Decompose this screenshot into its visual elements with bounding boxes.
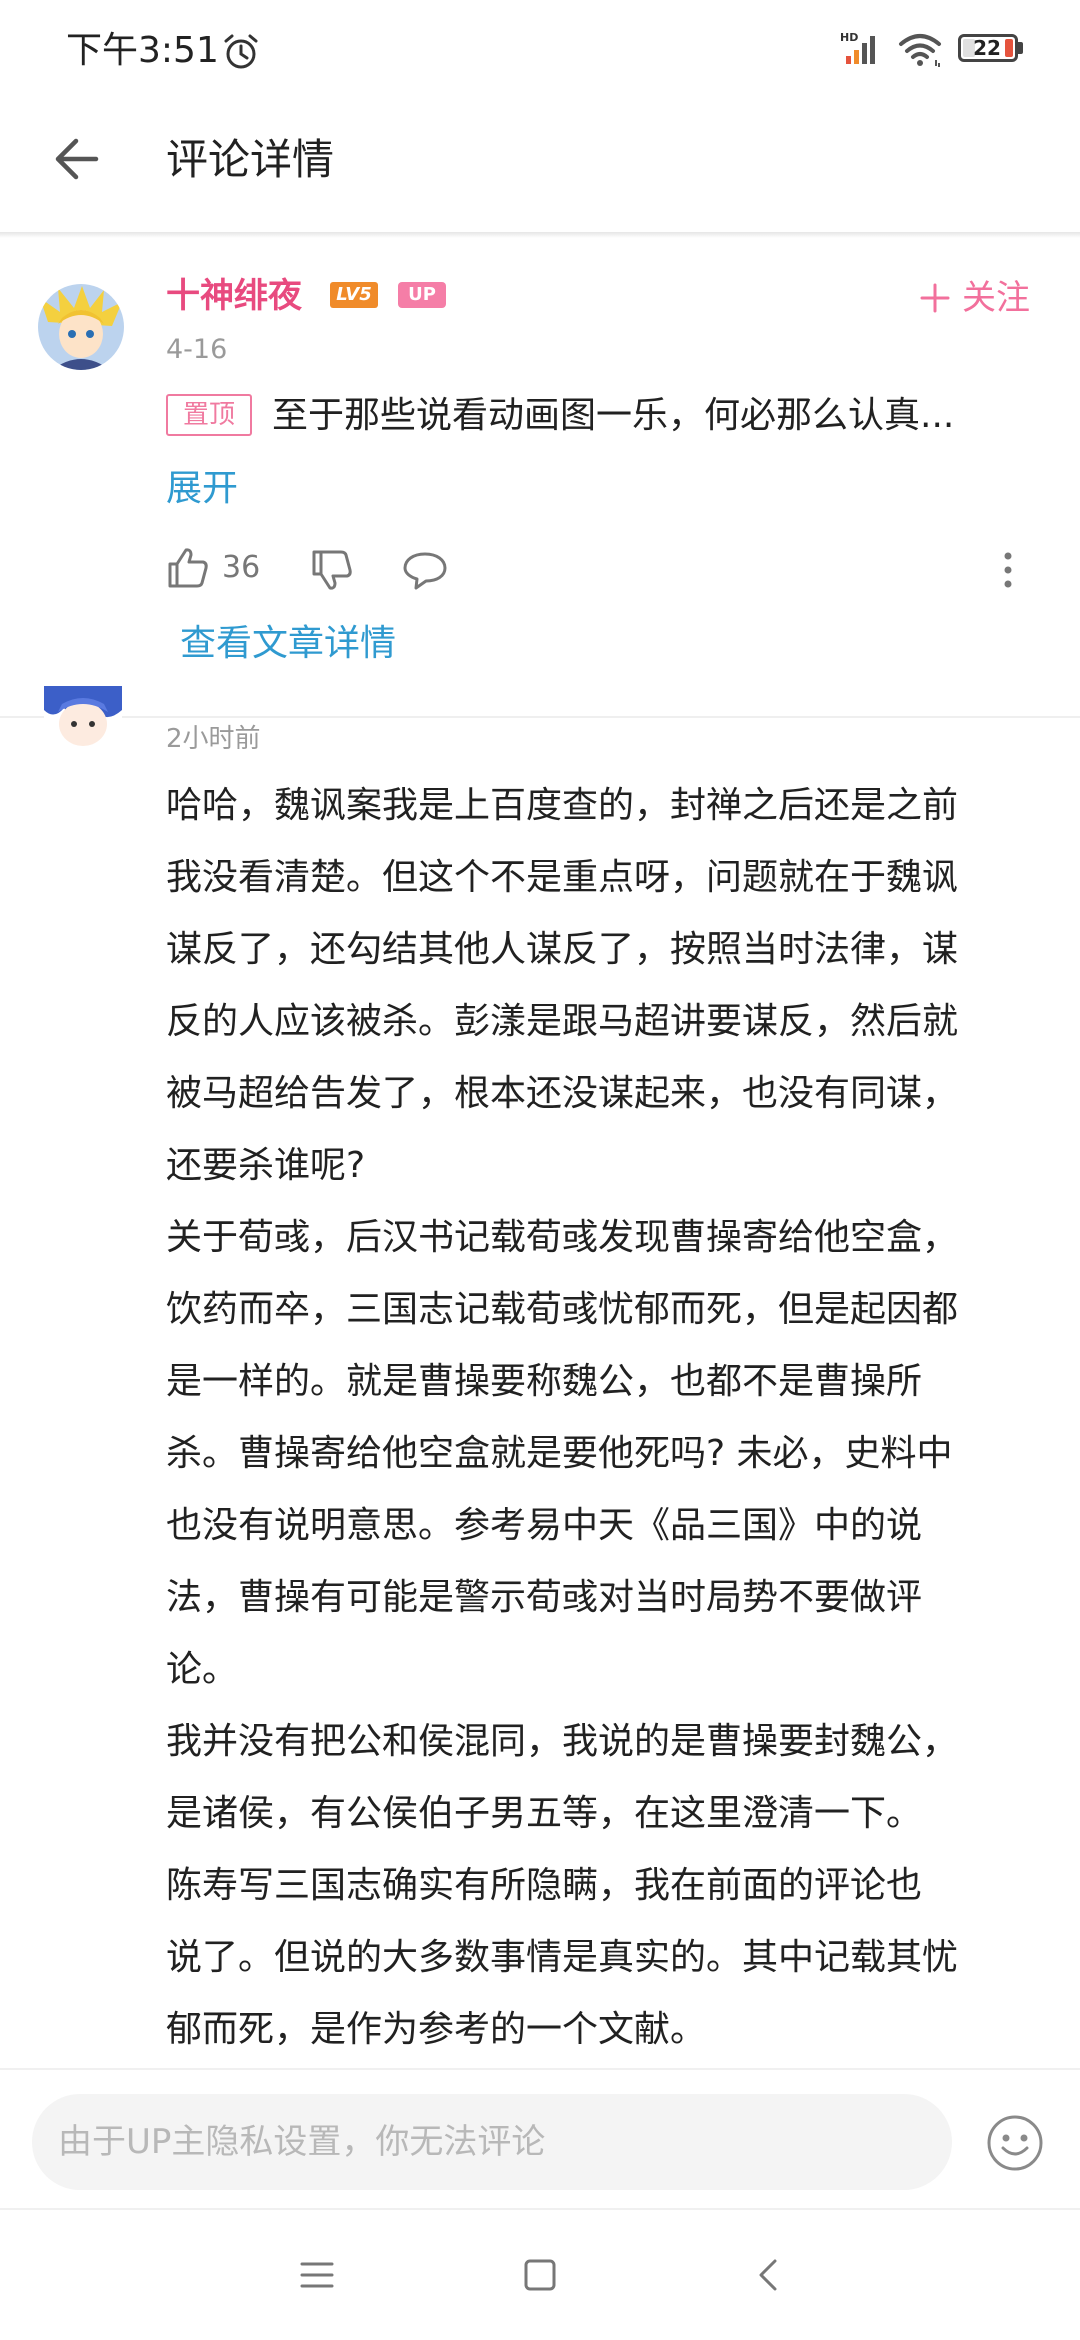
status-bar: 下午3:51 HD 22	[0, 0, 1080, 100]
reply-line: 饮药而卒，三国志记载荀彧忧郁而死，但是起因都	[166, 1289, 959, 1330]
comment-text: 至于那些说看动画图一乐，何必那么认真...	[272, 395, 955, 436]
follow-label: 关注	[962, 278, 1030, 318]
plus-icon	[920, 283, 950, 313]
level-badge: LV5	[330, 282, 378, 308]
reply-line: 也没有说明意思。参考易中天《品三国》中的说	[166, 1505, 923, 1546]
system-nav-bar	[0, 2210, 1080, 2340]
reply-line: 是一样的。就是曹操要称魏公，也都不是曹操所	[166, 1361, 923, 1402]
comment-bubble-icon[interactable]	[402, 548, 448, 592]
reply-line: 我没看清楚。但这个不是重点呀，问题就在于魏讽	[166, 857, 959, 898]
back-arrow-icon[interactable]	[50, 131, 106, 187]
reply-line: 论。	[166, 1649, 239, 1690]
up-badge: UP	[398, 282, 446, 308]
reply-line: 哈哈，魏讽案我是上百度查的，封禅之后还是之前	[166, 785, 959, 826]
reply-line: 郁而死，是作为参考的一个文献。	[166, 2009, 707, 2050]
reply-line: 反的人应该被杀。彭漾是跟马超讲要谋反，然后就	[166, 1001, 959, 1042]
alarm-icon	[224, 34, 258, 69]
page-title: 评论详情	[166, 135, 335, 184]
nav-back-icon[interactable]	[756, 2258, 780, 2292]
reply-line: 是诸侯，有公侯伯子男五等，在这里澄清一下。	[166, 1793, 923, 1834]
reply-line: 法，曹操有可能是警示荀彧对当时局势不要做评	[166, 1577, 923, 1618]
thumbs-up-icon[interactable]	[166, 546, 210, 590]
battery-cap	[1018, 42, 1023, 54]
reply-line: 陈寿写三国志确实有所隐瞒，我在前面的评论也	[166, 1865, 923, 1906]
app-header: 评论详情	[0, 100, 1080, 234]
section-divider	[0, 716, 1080, 718]
reply-line: 还要杀谁呢?	[166, 1145, 366, 1186]
header-shadow	[0, 232, 1080, 238]
network-label: HD	[840, 31, 858, 44]
like-count: 36	[222, 550, 261, 585]
commenter-avatar[interactable]	[38, 284, 124, 370]
reply-line: 杀。曹操寄给他空盒就是要他死吗? 未必，史料中	[166, 1433, 953, 1474]
battery-icon: 22	[958, 34, 1018, 62]
reply-line: 谋反了，还勾结其他人谋反了，按照当时法律，谋	[166, 929, 959, 970]
wifi-icon	[899, 34, 941, 67]
thumbs-down-icon[interactable]	[310, 548, 354, 592]
reply-line: 关于荀彧，后汉书记载荀彧发现曹操寄给他空盒，	[166, 1217, 959, 1258]
reply-line: 说了。但说的大多数事情是真实的。其中记载其忧	[166, 1937, 959, 1978]
menu-icon[interactable]	[300, 2258, 334, 2292]
comment-date: 4-16	[166, 334, 228, 365]
expand-link[interactable]: 展开	[166, 464, 238, 514]
reply-text: 哈哈，魏讽案我是上百度查的，封禅之后还是之前 我没看清楚。但这个不是重点呀，问题…	[166, 776, 1056, 2072]
reply-line: 被马超给告发了，根本还没谋起来，也没有同谋，	[166, 1073, 959, 1114]
battery-level: 22	[973, 36, 1001, 60]
more-options-icon[interactable]	[1002, 548, 1014, 592]
reply-time: 2小时前	[166, 724, 261, 754]
comment-input[interactable]: 由于UP主隐私设置，你无法评论	[32, 2094, 952, 2190]
comment-input-bar: 由于UP主隐私设置，你无法评论	[0, 2068, 1080, 2210]
follow-button[interactable]: 关注	[920, 276, 1030, 320]
commenter-username[interactable]: 十神绯夜	[166, 272, 302, 320]
emoji-icon[interactable]	[986, 2114, 1044, 2172]
status-time: 下午3:51	[66, 30, 219, 71]
view-article-link[interactable]: 查看文章详情	[180, 618, 396, 670]
comment-actions: 36	[166, 544, 1046, 594]
input-placeholder: 由于UP主隐私设置，你无法评论	[58, 2122, 546, 2162]
signal-icon: HD	[840, 31, 875, 64]
reply-line: 我并没有把公和侯混同，我说的是曹操要封魏公，	[166, 1721, 959, 1762]
pinned-badge: 置顶	[166, 394, 252, 436]
reply-avatar[interactable]	[44, 686, 122, 758]
home-square-icon[interactable]	[523, 2258, 557, 2292]
